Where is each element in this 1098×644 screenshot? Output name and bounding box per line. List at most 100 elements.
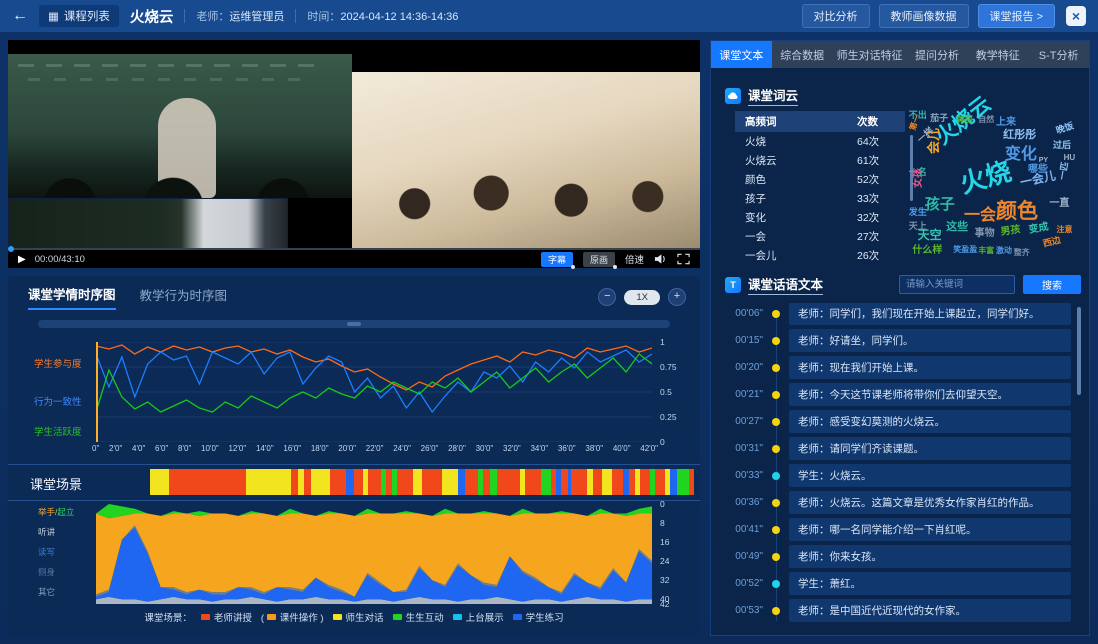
speed-button[interactable]: 倍速 (625, 252, 644, 266)
tab-xueqing-timeline[interactable]: 课堂学情时序图 (28, 284, 116, 310)
dialogue-bubble[interactable]: 老师：现在我们开始上课。 (789, 356, 1071, 379)
behavior-label: 其它 (38, 586, 55, 598)
scene-segment (397, 469, 413, 495)
dialogue-bubble[interactable]: 老师：感受变幻莫测的火烧云。 (789, 410, 1071, 433)
topbar-action-button[interactable]: 对比分析 (802, 4, 870, 28)
behavior-label: 读写 (38, 546, 55, 558)
x-tick-label: 32'0" (503, 444, 521, 453)
analysis-tab[interactable]: S-T分析 (1028, 41, 1089, 68)
topbar-action-button[interactable]: 教师画像数据 (879, 4, 969, 28)
count-cell: 52次 (857, 172, 905, 187)
cloud-word: 激动 (996, 247, 1012, 255)
table-row: 变化32次 (735, 208, 905, 227)
x-tick-label: 12'0" (228, 444, 246, 453)
analysis-tab[interactable]: 教学特征 (967, 41, 1028, 68)
zoom-controls: − 1X + (598, 288, 686, 306)
dialogue-bubble[interactable]: 老师：你来女孩。 (789, 545, 1071, 568)
cloud-word: 孩子 (925, 197, 955, 212)
scene-segment (490, 469, 498, 495)
scene-label: 课堂场景 (30, 474, 82, 493)
dialogue-row: 00'20"老师：现在我们开始上课。 (719, 357, 1081, 378)
dialogue-bubble[interactable]: 老师：哪一名同学能介绍一下肖红呢。 (789, 518, 1071, 541)
x-tick-label: 38'0" (585, 444, 603, 453)
close-icon[interactable]: × (1066, 6, 1086, 26)
tab-behavior-timeline[interactable]: 教学行为时序图 (140, 285, 228, 309)
dialogue-row: 00'53"老师：是中国近代近现代的女作家。 (719, 600, 1081, 621)
dialogue-bubble[interactable]: 老师：同学们，我们现在开始上课起立，同学们好。 (789, 303, 1071, 325)
word-cell: 火烧 (735, 134, 857, 149)
dialogue-row: 00'27"老师：感受变幻莫测的火烧云。 (719, 411, 1081, 432)
student-camera-video (352, 72, 700, 250)
cloud-word: 男孩 (1000, 225, 1021, 238)
analysis-tab[interactable]: 综合数据 (772, 41, 833, 68)
teacher-dot-icon (772, 418, 780, 426)
cloud-word: 变化 (1005, 147, 1037, 163)
behavior-area-chart: 举手/起立听讲读写侧身其它 081624324042 (8, 502, 700, 606)
cloud-word: 天空 (918, 229, 942, 241)
back-icon[interactable]: ← (12, 7, 28, 25)
cloud-word: 晚饭 (1055, 121, 1075, 135)
table-row: 孩子33次 (735, 189, 905, 208)
table-row: 火烧64次 (735, 132, 905, 151)
quality-button[interactable]: 原画 (583, 252, 615, 267)
dialogue-dot-col (763, 499, 789, 507)
dialogue-bubble[interactable]: 老师：好请坐，同学们。 (789, 329, 1071, 352)
header-count: 次数 (857, 114, 905, 129)
topbar-action-button[interactable]: 课堂报告 > (978, 4, 1055, 28)
timeline-scrollbar[interactable] (38, 320, 670, 328)
play-icon[interactable]: ▶ (18, 254, 26, 265)
teacher-meta: 老师：运维管理员 (196, 8, 284, 24)
keyword-search-input[interactable] (899, 275, 1015, 294)
dialogue-bubble[interactable]: 老师：今天这节课老师将带你们去仰望天空。 (789, 383, 1071, 406)
teacher-camera-video (8, 54, 352, 198)
teacher-dot-icon (772, 499, 780, 507)
analysis-tab[interactable]: 师生对话特征 (833, 41, 907, 68)
dialogue-row: 00'52"学生：萧红。 (719, 573, 1081, 594)
dialogue-row: 00'49"老师：你来女孩。 (719, 546, 1081, 567)
analysis-tab[interactable]: 课堂文本 (711, 41, 772, 68)
cloud-word: 变成 (1028, 222, 1049, 235)
paren: ) (318, 613, 324, 624)
search-button[interactable]: 搜索 (1023, 275, 1081, 294)
count-cell: 27次 (857, 229, 905, 244)
x-tick-label: 34'0" (530, 444, 548, 453)
dialogue-row: 00'06"老师：同学们，我们现在开始上课起立，同学们好。 (719, 303, 1081, 324)
dialogue-bubble[interactable]: 老师：请同学们齐读课题。 (789, 437, 1071, 460)
dialogue-bubble[interactable]: 老师：是中国近代近现代的女作家。 (789, 599, 1071, 622)
legend-item: 师生对话 (333, 610, 384, 624)
scene-segment (497, 469, 519, 495)
divider (184, 9, 185, 23)
scene-segment (677, 469, 689, 495)
x-tick-label: 14'0" (256, 444, 274, 453)
y-tick-label: 1 (660, 337, 665, 347)
scene-segment (602, 469, 612, 495)
fullscreen-icon[interactable] (677, 253, 690, 265)
subtitle-toggle[interactable]: 字幕 (541, 252, 573, 267)
scene-segment (442, 469, 458, 495)
page-title: 火烧云 (130, 6, 174, 27)
volume-icon[interactable] (654, 253, 667, 265)
scene-segment (368, 469, 381, 495)
blackboard-inset-video (8, 198, 288, 250)
cloud-word: 天上 (909, 222, 927, 231)
x-tick-label: 36'0" (558, 444, 576, 453)
dialogue-bubble[interactable]: 学生：萧红。 (789, 572, 1071, 595)
legend-item: 学生练习 (513, 610, 564, 624)
scene-segment (458, 469, 466, 495)
dialogue-time: 00'31" (719, 443, 763, 454)
dialogue-dot-col (763, 310, 789, 318)
dialogue-time: 00'15" (719, 335, 763, 346)
course-list-button[interactable]: ▦ 课程列表 (39, 5, 119, 27)
video-player[interactable]: ▶ 00:00/43:10 字幕 原画 倍速 (8, 40, 700, 268)
zoom-level[interactable]: 1X (624, 290, 660, 305)
dialogue-bubble[interactable]: 老师：火烧云。这篇文章是优秀女作家肖红的作品。 (789, 491, 1071, 514)
dialogue-bubble[interactable]: 学生：火烧云。 (789, 464, 1071, 487)
zoom-in-button[interactable]: + (668, 288, 686, 306)
analysis-tab[interactable]: 提问分析 (907, 41, 968, 68)
scene-segment (525, 469, 541, 495)
teacher-dot-icon (772, 445, 780, 453)
legend-swatch (201, 614, 210, 620)
cloud-word: 自然 (978, 116, 994, 124)
zoom-out-button[interactable]: − (598, 288, 616, 306)
word-cell: 变化 (735, 210, 857, 225)
